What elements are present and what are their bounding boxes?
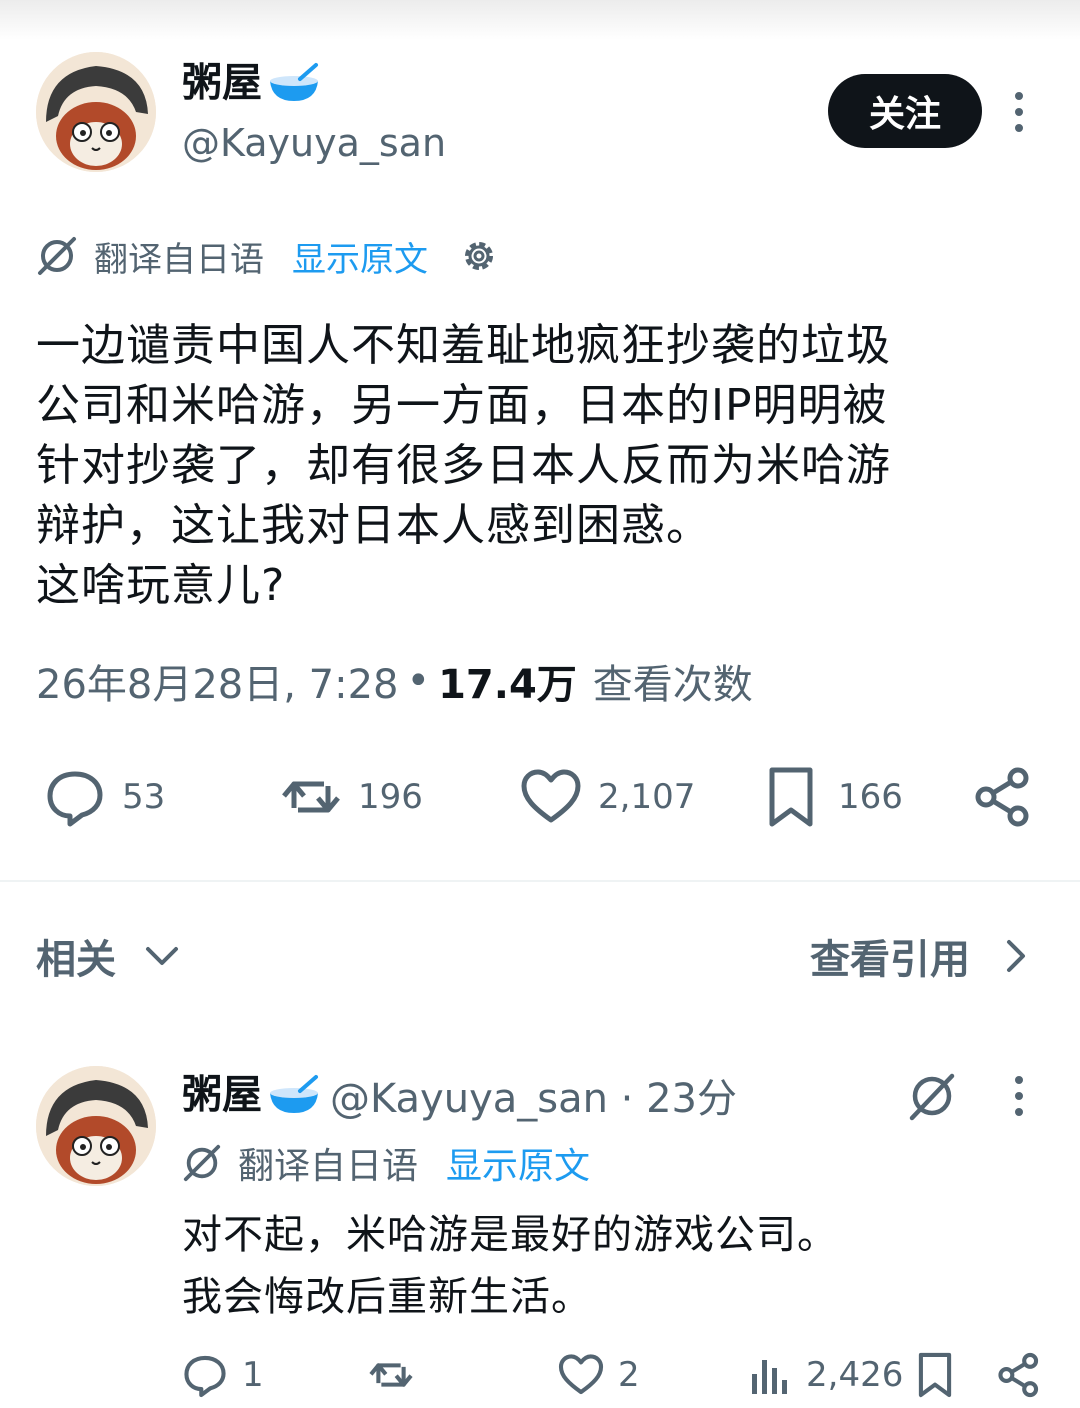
meta-separator: • (406, 658, 431, 704)
gear-icon[interactable] (458, 235, 500, 277)
repost-count: 196 (358, 777, 423, 817)
reply-view-count: 2,426 (806, 1355, 904, 1395)
author-name-row[interactable]: 粥屋 (182, 58, 322, 108)
share-icon (998, 1352, 1039, 1398)
follow-button[interactable]: 关注 (828, 74, 982, 148)
bar-chart-icon (752, 1360, 787, 1394)
reply-button[interactable]: 53 (44, 766, 165, 828)
heart-icon (521, 769, 581, 823)
chevron-down-icon (146, 947, 178, 965)
bookmark-button[interactable]: 166 (760, 766, 903, 828)
post-timestamp[interactable]: 26年8月28日, 7:28 (36, 652, 399, 710)
display-name[interactable]: 粥屋 (182, 58, 262, 108)
reply-like-count: 2 (618, 1355, 640, 1395)
translated-from-label: 翻译自日语 (238, 1146, 419, 1187)
reply-bookmark-button[interactable] (912, 1350, 958, 1400)
reply-text: 对不起，米哈游是最好的游戏公司。 我会悔改后重新生活。 (182, 1212, 838, 1320)
reply-like-button[interactable]: 2 (558, 1350, 640, 1400)
more-options-icon[interactable] (1008, 90, 1030, 134)
reply-header[interactable]: 粥屋 @Kayuya_san · 23分 (182, 1068, 737, 1122)
translation-row: 翻译自日语 显示原文 (36, 230, 500, 282)
reply-reply-button[interactable]: 1 (182, 1350, 264, 1400)
reply-count: 53 (122, 777, 166, 817)
bowl-icon (270, 1075, 318, 1113)
post-text: 一边谴责中国人不知羞耻地疯狂抄袭的垃圾 公司和米哈游，另一方面，日本的IP明明被… (36, 320, 891, 611)
grok-icon (38, 237, 76, 275)
avatar[interactable] (36, 52, 156, 172)
related-label: 相关 (36, 937, 116, 983)
share-button[interactable] (972, 766, 1034, 828)
show-original-link[interactable]: 显示原文 (292, 232, 428, 281)
show-original-link[interactable]: 显示原文 (446, 1137, 590, 1189)
view-quotes-link[interactable]: 查看引用 (810, 930, 1034, 983)
like-count: 2,107 (598, 777, 696, 817)
share-icon (975, 767, 1029, 827)
section-divider (0, 880, 1080, 882)
like-button[interactable]: 2,107 (520, 766, 695, 828)
related-dropdown[interactable]: 相关 (36, 930, 180, 983)
reply-translation-row: 翻译自日语 显示原文 (182, 1138, 590, 1188)
repost-icon (369, 1363, 413, 1387)
reply-views-button[interactable]: 2,426 (746, 1350, 903, 1400)
reply-repost-button[interactable] (368, 1350, 414, 1400)
bowl-icon (270, 63, 318, 101)
heart-icon (558, 1354, 604, 1395)
view-count-label: 查看次数 (592, 662, 753, 708)
grok-icon[interactable] (906, 1070, 958, 1122)
reply-reply-count: 1 (242, 1355, 264, 1395)
author-handle[interactable]: @Kayuya_san (182, 118, 446, 168)
view-quotes-label: 查看引用 (810, 937, 970, 983)
chevron-right-icon (1007, 940, 1025, 972)
grok-icon (183, 1144, 221, 1182)
view-count: 17.4万 (438, 662, 577, 708)
reply-share-button[interactable] (996, 1350, 1042, 1400)
top-fade (0, 0, 1080, 40)
post-meta: 26年8月28日, 7:28 • 17.4万 查看次数 (36, 654, 753, 708)
repost-button[interactable]: 196 (280, 766, 423, 828)
bookmark-count: 166 (838, 777, 903, 817)
reply-avatar[interactable] (36, 1066, 156, 1186)
reply-icon (47, 771, 103, 827)
reply-icon (184, 1355, 226, 1398)
reply-display-name[interactable]: 粥屋 (182, 1070, 262, 1120)
more-options-icon[interactable] (1008, 1074, 1030, 1118)
translated-from-label: 翻译自日语 (94, 239, 264, 280)
bookmark-icon (918, 1352, 952, 1398)
bookmark-icon (769, 767, 813, 827)
repost-icon (282, 781, 340, 813)
reply-handle-time[interactable]: @Kayuya_san · 23分 (330, 1066, 737, 1124)
